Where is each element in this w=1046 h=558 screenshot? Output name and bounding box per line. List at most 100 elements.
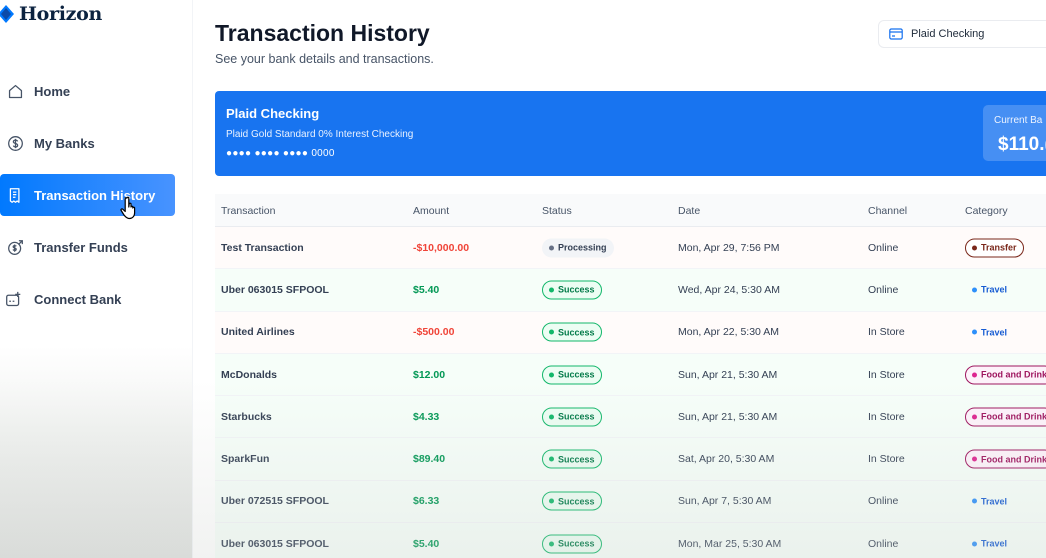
category-dot-icon xyxy=(972,372,977,378)
sidebar-item-transfer-funds[interactable]: Transfer Funds xyxy=(0,226,175,268)
connect-bank-icon xyxy=(6,291,21,306)
status-dot-icon xyxy=(549,414,554,420)
transaction-name: McDonalds xyxy=(221,368,278,381)
account-select-value: Plaid Checking xyxy=(911,28,985,40)
status-dot-icon xyxy=(549,456,554,462)
category-dot-icon xyxy=(972,456,977,462)
current-balance-box: Current Ba $110.( xyxy=(983,105,1046,161)
status-dot-icon xyxy=(549,245,554,251)
dollar-circle-icon xyxy=(8,135,23,151)
transaction-amount: $4.33 xyxy=(413,410,440,423)
sidebar: Horizon Home My Banks Transaction Histor… xyxy=(0,0,193,558)
status-badge: Success xyxy=(542,322,602,342)
transaction-name: Uber 072515 SFPOOL xyxy=(221,495,329,508)
status-cell: Success xyxy=(542,534,602,554)
balance-label: Current Ba xyxy=(994,115,1043,126)
app-name: Horizon xyxy=(19,3,103,25)
category-badge: Food and Drink xyxy=(965,365,1046,385)
status-label: Success xyxy=(558,411,595,422)
category-cell: Food and Drink xyxy=(965,365,1046,385)
category-label: Travel xyxy=(981,284,1008,295)
transaction-name: United Airlines xyxy=(221,326,295,339)
page-title: Transaction History xyxy=(215,20,430,46)
bank-name: Plaid Checking xyxy=(226,106,320,121)
column-header: Amount xyxy=(413,205,450,217)
transaction-channel: Online xyxy=(868,241,899,254)
table-row[interactable]: Uber 063015 SFPOOL $5.40 Success Wed, Apr 2… xyxy=(215,269,1046,312)
transaction-amount: $6.33 xyxy=(413,495,440,508)
credit-card-icon xyxy=(889,28,903,40)
sidebar-item-label: Home xyxy=(34,83,71,99)
category-dot-icon xyxy=(972,414,977,420)
hand-cursor-icon xyxy=(120,196,136,220)
status-label: Success xyxy=(558,327,595,338)
account-select[interactable]: Plaid Checking xyxy=(878,20,1046,48)
table-row[interactable]: Uber 063015 SFPOOL $5.40 Success Mon, Mar 2… xyxy=(215,523,1046,558)
status-cell: Success xyxy=(542,365,602,385)
horizon-logo-icon xyxy=(0,5,14,23)
status-cell: Success xyxy=(542,407,602,427)
app-logo[interactable]: Horizon xyxy=(0,3,102,25)
table-row[interactable]: United Airlines -$500.00 Success Mon, Apr 2… xyxy=(215,311,1046,354)
table-row[interactable]: McDonalds $12.00 Success Sun, Apr 21, 5:30 … xyxy=(215,353,1046,397)
table-row[interactable]: SparkFun $89.40 Success Sat, Apr 20, 5:30 A… xyxy=(215,438,1046,481)
category-cell: Transfer xyxy=(965,238,1024,258)
transaction-channel: In Store xyxy=(868,326,905,339)
transaction-name: Uber 063015 SFPOOL xyxy=(221,283,329,296)
sidebar-item-label: My Banks xyxy=(34,135,95,151)
bank-info-card: Plaid Checking Plaid Gold Standard 0% In… xyxy=(215,91,1046,176)
table-body: Test Transaction -$10,000.00 Processing Mon… xyxy=(215,227,1046,558)
sidebar-item-transaction-history[interactable]: Transaction History xyxy=(0,174,175,216)
status-label: Success xyxy=(558,369,595,380)
transaction-channel: In Store xyxy=(868,410,905,423)
column-header: Category xyxy=(965,205,1008,217)
transaction-amount: $5.40 xyxy=(413,537,440,550)
category-label: Food and Drink xyxy=(981,454,1046,465)
status-label: Processing xyxy=(558,242,607,253)
balance-value: $110.( xyxy=(998,134,1046,155)
column-header: Date xyxy=(678,205,701,217)
table-row[interactable]: Starbucks $4.33 Success Sun, Apr 21, 5:30 A… xyxy=(215,396,1046,439)
category-badge: Transfer xyxy=(965,238,1024,258)
status-cell: Processing xyxy=(542,238,614,258)
transaction-amount: $12.00 xyxy=(413,368,446,381)
transaction-amount: $5.40 xyxy=(413,283,440,296)
table-row[interactable]: Uber 072515 SFPOOL $6.33 Success Sun, Apr 7… xyxy=(215,480,1046,524)
transaction-name: Starbucks xyxy=(221,410,272,423)
sidebar-item-my-banks[interactable]: My Banks xyxy=(0,122,175,164)
status-badge: Success xyxy=(542,280,602,300)
table-header: Transaction Amount Status Date Channel C… xyxy=(215,194,1046,227)
status-cell: Success xyxy=(542,449,602,469)
account-mask: ●●●● ●●●● ●●●● 0000 xyxy=(226,148,335,159)
bank-official-name: Plaid Gold Standard 0% Interest Checking xyxy=(226,129,414,140)
status-badge: Success xyxy=(542,491,602,511)
status-dot-icon xyxy=(549,541,554,547)
column-header: Transaction xyxy=(221,205,276,217)
category-dot-icon xyxy=(972,541,977,547)
status-cell: Success xyxy=(542,322,602,342)
transaction-date: Sun, Apr 21, 5:30 AM xyxy=(678,368,778,381)
status-label: Success xyxy=(558,284,595,295)
status-label: Success xyxy=(558,496,595,507)
receipt-icon xyxy=(9,187,20,203)
transaction-name: SparkFun xyxy=(221,453,270,466)
status-badge: Processing xyxy=(542,238,614,258)
category-label: Food and Drink xyxy=(981,411,1046,422)
status-dot-icon xyxy=(549,498,554,504)
category-badge: Travel xyxy=(965,323,1014,342)
transaction-date: Wed, Apr 24, 5:30 AM xyxy=(678,283,780,296)
category-label: Travel xyxy=(981,538,1008,549)
table-row[interactable]: Test Transaction -$10,000.00 Processing Mon… xyxy=(215,227,1046,270)
category-label: Food and Drink xyxy=(981,369,1046,380)
sidebar-item-connect-bank[interactable]: Connect Bank xyxy=(0,278,175,320)
status-label: Success xyxy=(558,538,595,549)
status-cell: Success xyxy=(542,280,602,300)
category-cell: Travel xyxy=(965,534,1014,553)
status-dot-icon xyxy=(549,329,554,335)
sidebar-item-home[interactable]: Home xyxy=(0,70,175,112)
transaction-amount: -$500.00 xyxy=(413,326,455,339)
status-label: Success xyxy=(558,454,595,465)
transaction-channel: Online xyxy=(868,537,899,550)
category-cell: Travel xyxy=(965,492,1014,511)
category-badge: Travel xyxy=(965,280,1014,299)
